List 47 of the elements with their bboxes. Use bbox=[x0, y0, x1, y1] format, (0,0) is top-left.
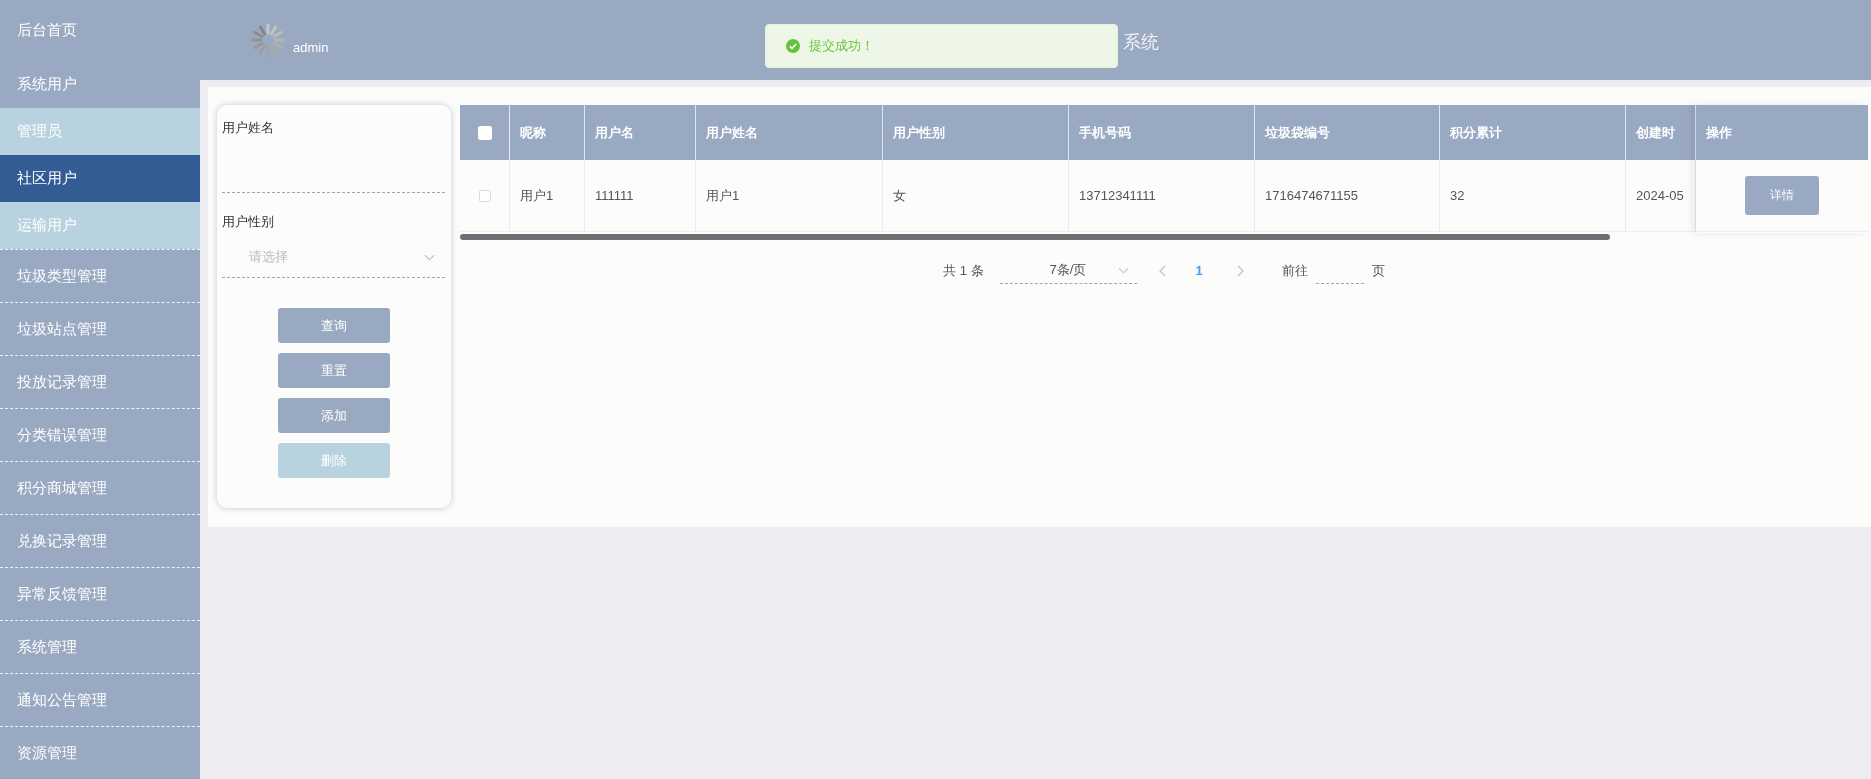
loading-spinner-icon bbox=[250, 22, 286, 58]
previous-page-icon[interactable] bbox=[1158, 264, 1166, 277]
chevron-down-icon bbox=[1117, 266, 1129, 274]
field-label: 用户性别 bbox=[222, 213, 275, 229]
field-label: 用户姓名 bbox=[222, 119, 275, 135]
next-page-icon[interactable] bbox=[1236, 264, 1244, 277]
action-button[interactable]: 重置 bbox=[277, 353, 390, 388]
nav-item[interactable]: 异常反馈管理 bbox=[0, 567, 200, 620]
nav-item[interactable]: 系统管理 bbox=[0, 620, 200, 673]
nav-item[interactable]: 后台首页 bbox=[0, 0, 200, 60]
table-cell: 用户1 bbox=[696, 160, 883, 231]
table-cell: 1716474671155 bbox=[1255, 160, 1440, 231]
table-cell: 13712341111 bbox=[1069, 160, 1255, 231]
table-cell: 用户1 bbox=[510, 160, 585, 231]
toast-message: 提交成功！ bbox=[809, 37, 874, 55]
table-cell: 32 bbox=[1440, 160, 1626, 231]
nav-subitem[interactable]: 社区用户 bbox=[0, 155, 200, 202]
table-cell: 111111 bbox=[585, 160, 696, 231]
nav-item[interactable]: 兑换记录管理 bbox=[0, 514, 200, 567]
nav-item[interactable]: 投放记录管理 bbox=[0, 355, 200, 408]
row-checkbox[interactable] bbox=[478, 189, 491, 202]
horizontal-scrollbar[interactable] bbox=[460, 234, 1610, 240]
select-all-checkbox[interactable] bbox=[477, 125, 492, 140]
nav-subitem[interactable]: 运输用户 bbox=[0, 202, 200, 249]
nav-item[interactable]: 系统用户 bbox=[0, 60, 200, 108]
chevron-down-icon bbox=[424, 253, 435, 261]
page-suffix: 页 bbox=[1371, 261, 1385, 280]
nav-subitem[interactable]: 管理员 bbox=[0, 108, 200, 155]
column-header: 操作 bbox=[1696, 105, 1868, 160]
total-count: 共 1 条 bbox=[943, 261, 984, 280]
gender-select[interactable]: 请选择 bbox=[222, 237, 445, 278]
nav-item[interactable]: 分类错误管理 bbox=[0, 408, 200, 461]
nav-item[interactable]: 垃圾类型管理 bbox=[0, 249, 200, 302]
nav-item[interactable]: 通知公告管理 bbox=[0, 673, 200, 726]
action-button[interactable]: 添加 bbox=[277, 398, 390, 433]
page-size-select[interactable]: 7条/页 bbox=[999, 257, 1137, 284]
table-cell: 女 bbox=[883, 160, 1069, 231]
nav-item[interactable]: 垃圾站点管理 bbox=[0, 302, 200, 355]
details-button[interactable]: 详情 bbox=[1745, 176, 1819, 215]
action-button[interactable]: 查询 bbox=[277, 308, 390, 343]
check-circle-icon bbox=[786, 39, 800, 53]
page-number[interactable]: 1 bbox=[1195, 263, 1203, 278]
nav-item[interactable]: 积分商城管理 bbox=[0, 461, 200, 514]
goto-label: 前往 bbox=[1281, 261, 1308, 280]
header-title: 系统 bbox=[1123, 31, 1159, 54]
nav-item[interactable]: 资源管理 bbox=[0, 726, 200, 779]
username: admin bbox=[293, 39, 329, 55]
